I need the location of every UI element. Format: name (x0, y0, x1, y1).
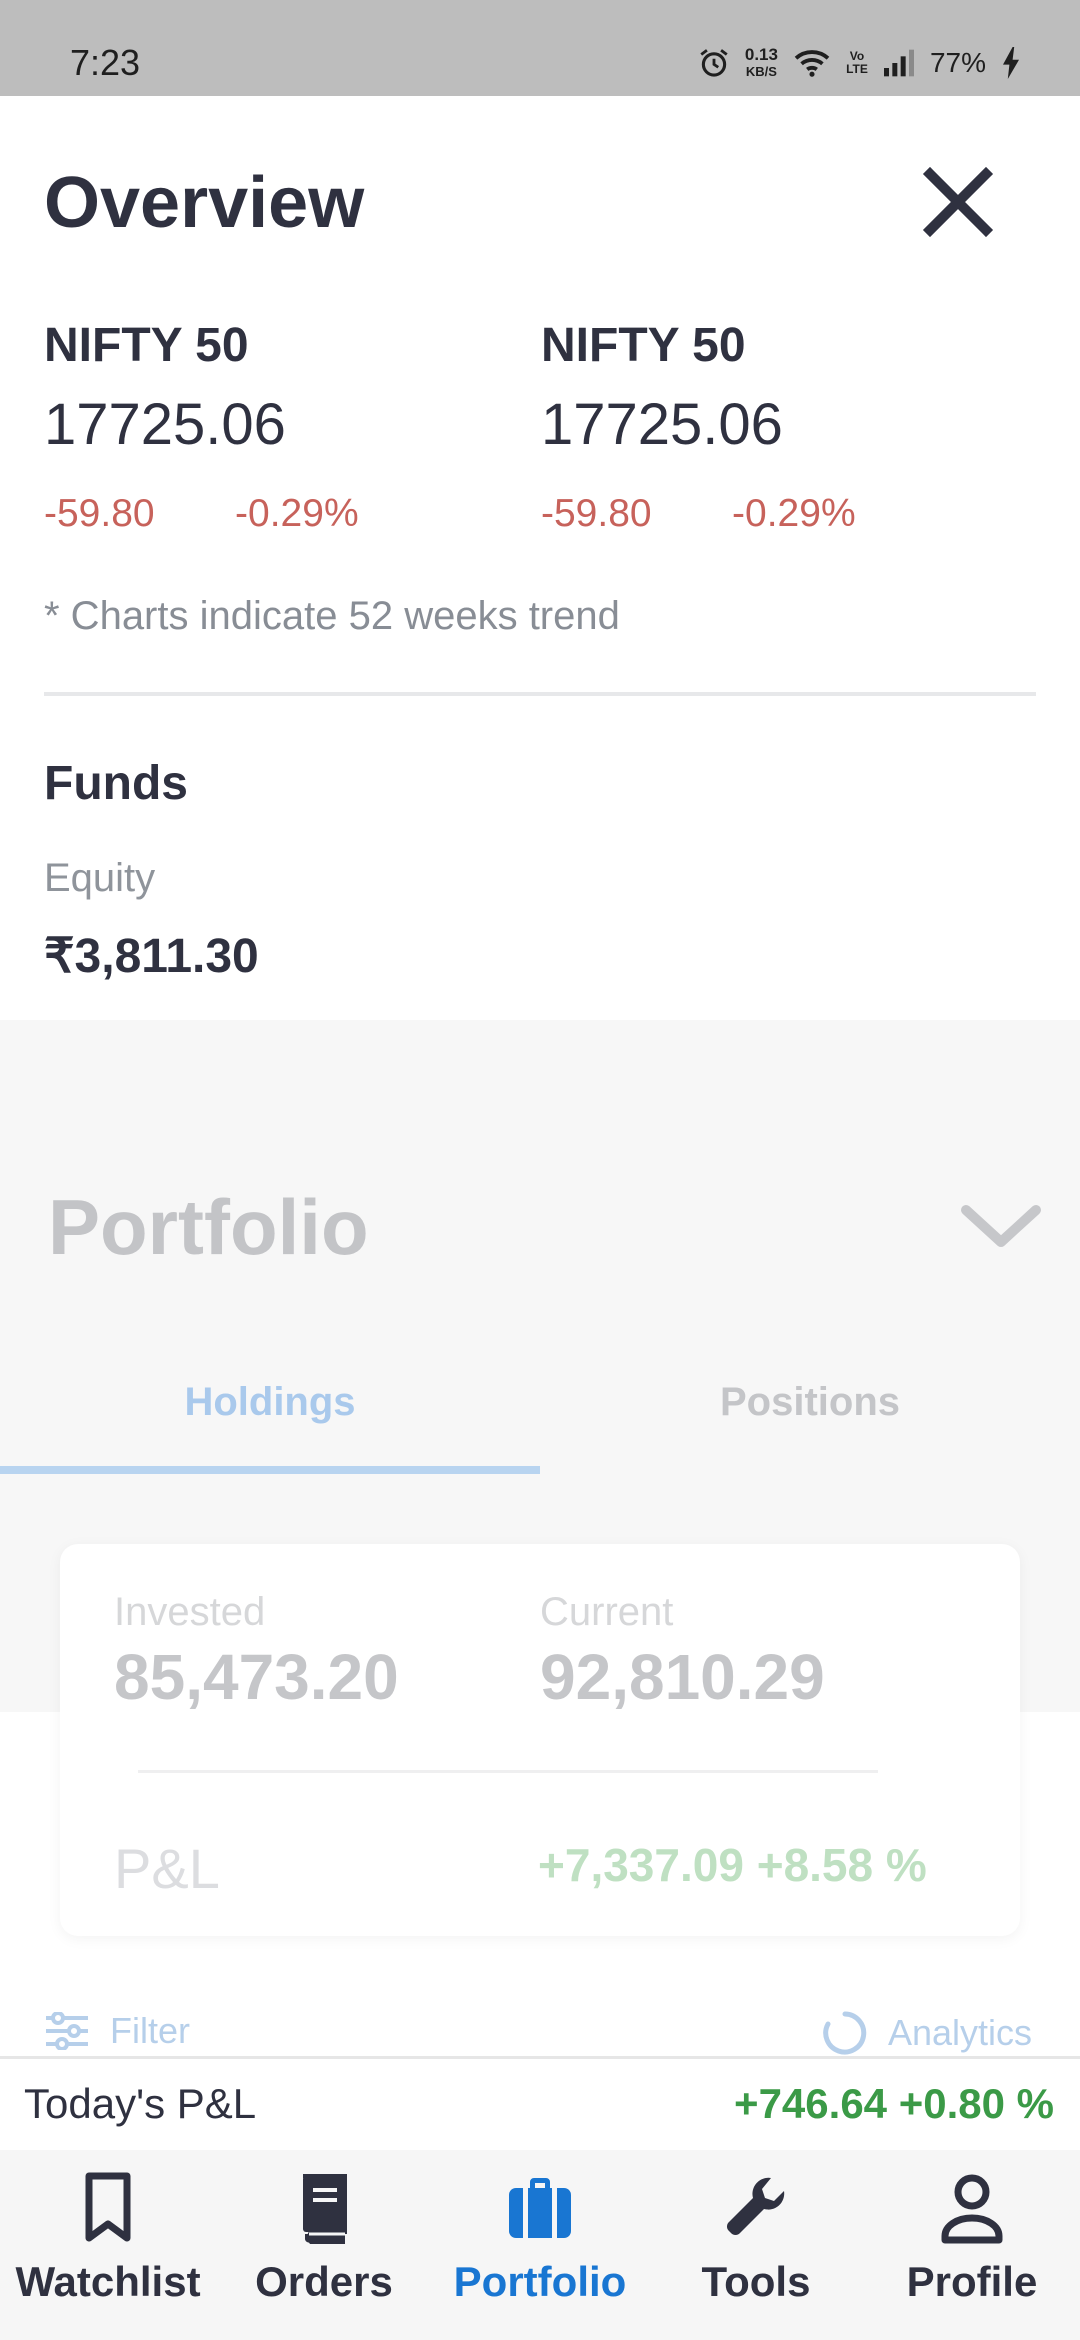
current-label: Current (540, 1590, 674, 1634)
briefcase-icon (509, 2178, 571, 2238)
status-time: 7:23 (70, 42, 141, 83)
invested-label: Invested (114, 1590, 266, 1634)
filter-button[interactable]: Filter (44, 2010, 190, 2052)
index-change-row: -59.80 -0.29% (541, 492, 856, 536)
close-icon (922, 166, 994, 238)
nav-label: Tools (701, 2258, 811, 2305)
wrench-icon (726, 2177, 785, 2236)
invested-value: 85,473.20 (114, 1641, 399, 1713)
funds-title: Funds (44, 757, 188, 810)
nav-watchlist[interactable]: Watchlist (0, 2170, 216, 2306)
analytics-ring-icon (823, 2011, 867, 2055)
index-change-row: -59.80 -0.29% (44, 492, 359, 536)
battery-charging-icon (1003, 47, 1019, 79)
index-change: -59.80 (541, 492, 652, 535)
nav-tools[interactable]: Tools (648, 2170, 864, 2306)
tab-holdings[interactable]: Holdings (0, 1380, 540, 1425)
bookmark-icon (85, 2172, 131, 2242)
nav-orders[interactable]: Orders (216, 2170, 432, 2306)
todays-pl-value: +746.64 +0.80 % (734, 2080, 1054, 2127)
nav-portfolio[interactable]: Portfolio (432, 2170, 648, 2306)
status-icons: 0.13 KB/S Vo LTE 77% (697, 46, 1022, 80)
todays-pl-label: Today's P&L (24, 2080, 257, 2127)
nav-label: Profile (906, 2258, 1038, 2305)
index-value: 17725.06 (44, 392, 286, 457)
index-card-2[interactable]: NIFTY 50 17725.06 -59.80 -0.29% (541, 318, 856, 536)
current-value: 92,810.29 (540, 1641, 825, 1713)
overview-title: Overview (44, 163, 365, 243)
index-change-pct: -0.29% (732, 492, 856, 535)
chevron-down-icon (961, 1205, 1041, 1247)
alarm-icon (700, 49, 728, 77)
volte-icon: Vo LTE (846, 49, 868, 76)
index-name: NIFTY 50 (541, 319, 746, 372)
nav-profile[interactable]: Profile (864, 2170, 1080, 2306)
divider (138, 1770, 878, 1773)
nav-label: Watchlist (15, 2258, 201, 2305)
analytics-button[interactable]: Analytics (822, 2010, 1032, 2056)
nav-label: Orders (255, 2258, 393, 2305)
nav-label: Portfolio (453, 2258, 627, 2305)
pl-value: +7,337.09 +8.58 % (538, 1839, 927, 1891)
battery-text: 77% (929, 47, 986, 78)
net-speed: 0.13 KB/S (744, 45, 778, 79)
close-button[interactable] (916, 160, 1000, 244)
equity-label: Equity (44, 856, 156, 900)
pl-label: P&L (114, 1837, 220, 1900)
portfolio-title: Portfolio (48, 1183, 369, 1271)
book-icon (303, 2174, 347, 2244)
person-icon (941, 2174, 1003, 2244)
divider (44, 692, 1036, 696)
index-card-1[interactable]: NIFTY 50 17725.06 -59.80 -0.29% (44, 318, 359, 536)
index-value: 17725.06 (541, 392, 783, 457)
wifi-icon (794, 50, 830, 77)
index-change-pct: -0.29% (235, 492, 359, 535)
index-name: NIFTY 50 (44, 319, 249, 372)
signal-icon (883, 49, 914, 77)
trend-note: * Charts indicate 52 weeks trend (44, 594, 620, 638)
active-tab-indicator (0, 1466, 540, 1474)
analytics-label: Analytics (887, 2012, 1032, 2053)
filter-label: Filter (110, 2010, 190, 2051)
portfolio-collapse-button[interactable] (958, 1196, 1044, 1256)
tab-positions[interactable]: Positions (540, 1380, 1080, 1425)
equity-value: ₹3,811.30 (44, 930, 259, 983)
index-change: -59.80 (44, 492, 155, 535)
filter-sliders-icon (46, 2012, 88, 2050)
